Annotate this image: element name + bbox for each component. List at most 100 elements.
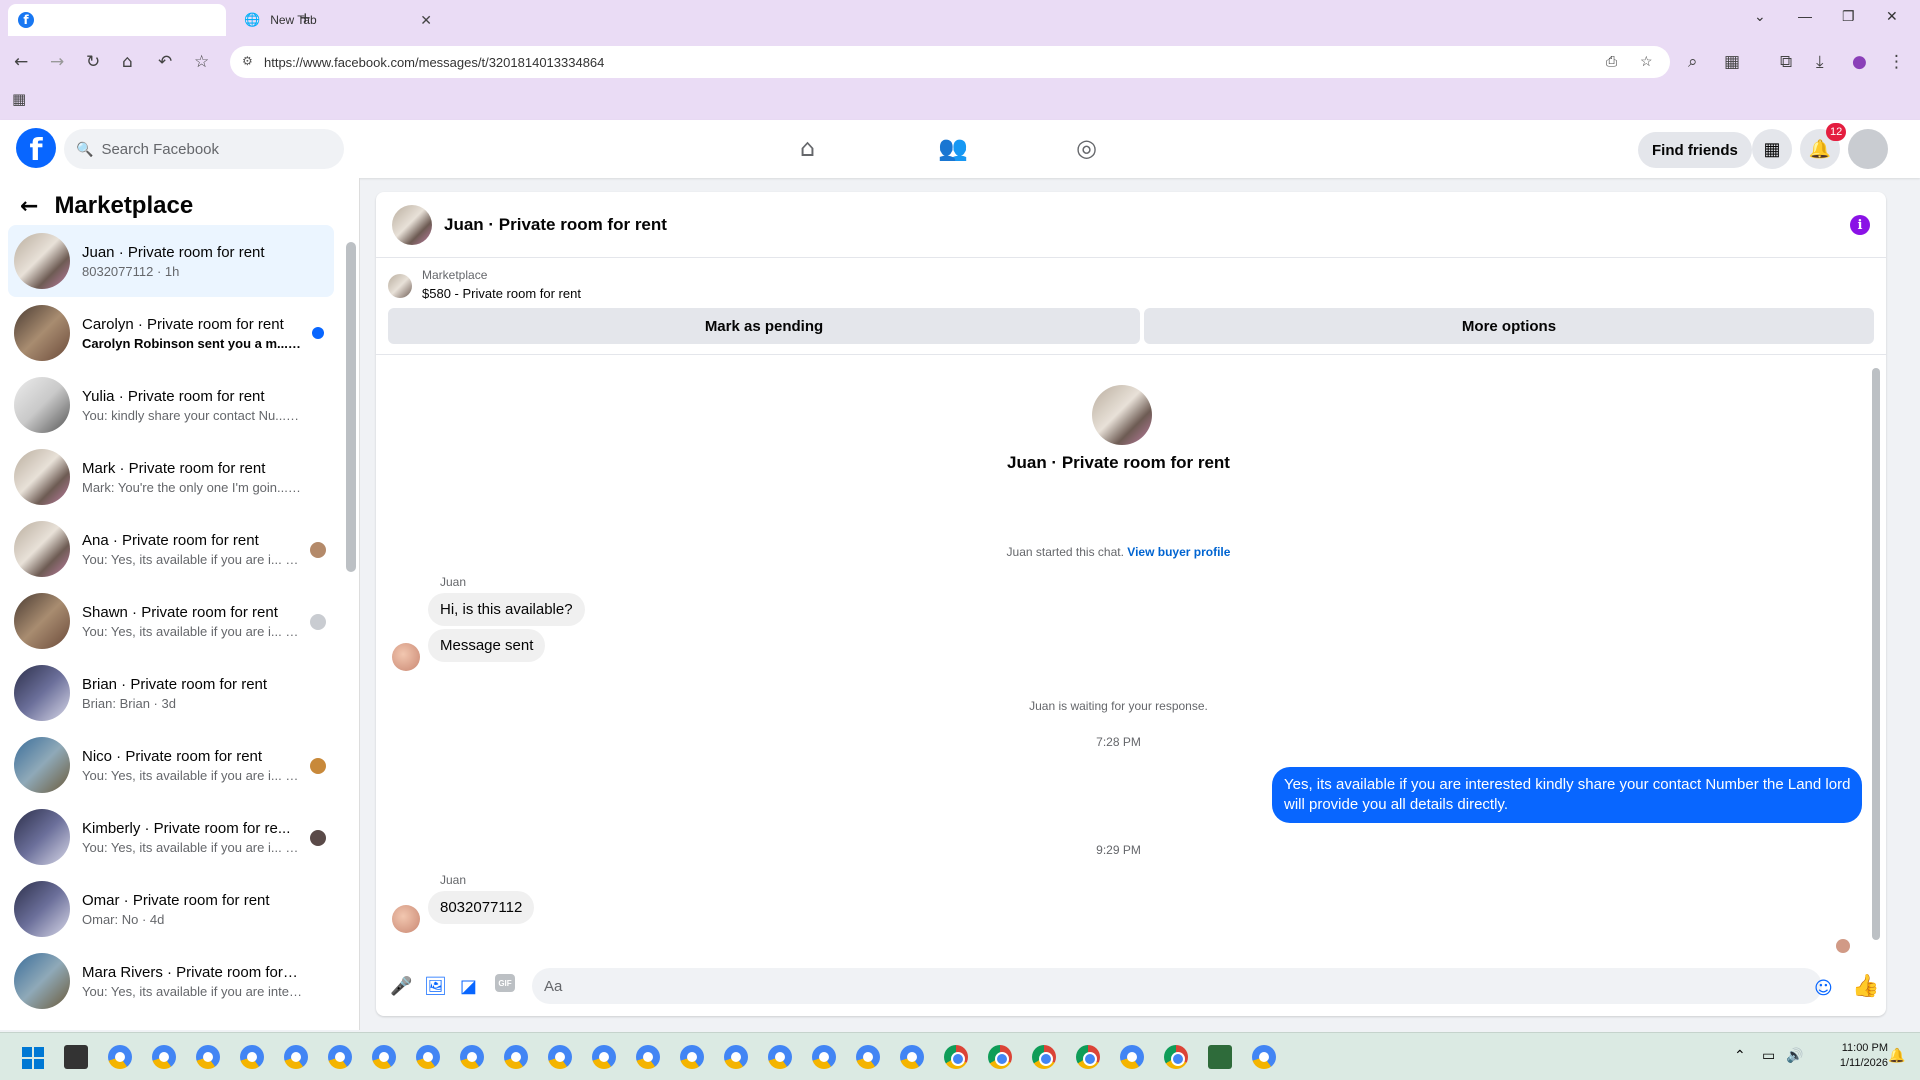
chrome-profile-icon[interactable] [416,1045,440,1069]
search-input[interactable]: 🔍 Search Facebook [64,129,344,169]
find-friends-button[interactable]: Find friends [1638,132,1752,168]
conversation-item[interactable]: Yulia · Private room for rent You: kindly… [8,369,334,441]
friends-nav-icon[interactable]: 👥 [938,134,968,162]
chrome-icon[interactable] [1076,1045,1100,1069]
address-bar[interactable]: ⚙ https://www.facebook.com/messages/t/32… [230,46,1670,78]
chrome-profile-icon[interactable] [152,1045,176,1069]
chrome-profile-icon[interactable] [636,1045,660,1069]
forward-icon[interactable]: → [50,52,64,72]
like-thumb-icon[interactable]: 👍 [1852,974,1879,999]
chrome-profile-icon[interactable] [856,1045,880,1069]
more-options-button[interactable]: More options [1144,308,1874,344]
chrome-profile-icon[interactable] [328,1045,352,1069]
message-bubble[interactable]: 8032077112 [428,891,535,924]
conversation-item[interactable]: Kimberly · Private room for re... You: Ye… [8,801,334,873]
chat-title[interactable]: Juan · Private room for rent [444,215,667,235]
home-icon[interactable]: ⌂ [122,52,133,72]
chrome-profile-icon[interactable] [504,1045,528,1069]
chrome-profile-icon[interactable] [900,1045,924,1069]
site-info-icon[interactable]: ⚙ [242,54,253,68]
emoji-icon[interactable]: ☺ [1814,978,1833,999]
conversation-item[interactable]: Juan · Private room for rent 8032077112 ·… [8,225,334,297]
chrome-icon[interactable] [1032,1045,1056,1069]
minimize-icon[interactable]: — [1798,8,1812,24]
bookmark-page-icon[interactable]: ☆ [1640,53,1653,70]
conversation-item[interactable]: Ana · Private room for rent You: Yes, its… [8,513,334,585]
microphone-icon[interactable]: 🎤 [390,976,412,997]
browser-tab-facebook[interactable]: f [8,4,226,36]
message-bubble[interactable]: Hi, is this available? [428,593,585,626]
conversation-item[interactable]: Mark · Private room for rent Mark: You're… [8,441,334,513]
chrome-profile-icon[interactable] [108,1045,132,1069]
chrome-profile-icon[interactable] [1252,1045,1276,1069]
apps-grid-icon[interactable]: ▦ [12,90,26,108]
undo-icon[interactable]: ↶ [158,52,172,72]
chrome-profile-icon[interactable] [284,1045,308,1069]
conversation-item[interactable]: Brian · Private room for rent Brian: Bria… [8,657,334,729]
my-message-bubble[interactable]: Yes, its available if you are interested… [1272,767,1863,823]
message-input[interactable]: Aa [532,968,1822,1004]
notification-icon[interactable]: 🔔 [1888,1047,1905,1064]
chat-scrollbar[interactable] [1872,368,1880,940]
gif-icon[interactable]: GIF [495,974,515,992]
groups-nav-icon[interactable]: ◎ [1076,134,1097,162]
reload-icon[interactable]: ↻ [86,52,100,72]
mark-as-pending-button[interactable]: Mark as pending [388,308,1140,344]
info-icon[interactable]: i [1850,215,1870,235]
facebook-logo-icon[interactable]: f [16,128,56,168]
chat-avatar[interactable] [392,204,432,245]
message-bubble[interactable]: Message sent [428,629,546,662]
chrome-profile-icon[interactable] [548,1045,572,1069]
account-avatar[interactable] [1848,129,1888,169]
chrome-profile-icon[interactable] [196,1045,220,1069]
view-buyer-profile-link[interactable]: View buyer profile [1127,545,1230,559]
new-tab-icon[interactable]: + [300,8,311,29]
close-window-icon[interactable]: ✕ [1886,8,1898,25]
profile-icon[interactable]: ● [1852,52,1867,72]
network-icon[interactable]: ▭ [1762,1047,1775,1064]
back-icon[interactable]: ← [14,52,28,72]
app-window-icon[interactable] [64,1045,88,1069]
chrome-profile-icon[interactable] [680,1045,704,1069]
crop-icon[interactable]: ⧉ [1780,52,1792,72]
browser-tab-newtab[interactable]: 🌐 New Tab ✕ [232,4,444,36]
sender-avatar[interactable] [392,643,420,671]
restore-icon[interactable]: ❐ [1842,8,1855,25]
install-app-icon[interactable]: ⎙ [1606,53,1617,70]
qr-icon[interactable]: ▦ [1724,52,1740,72]
volume-icon[interactable]: 🔊 [1786,1047,1803,1064]
windows-start-icon[interactable] [22,1047,44,1069]
marketplace-listing[interactable]: Marketplace $580 - Private room for rent [388,268,581,301]
chrome-profile-icon[interactable] [372,1045,396,1069]
chrome-profile-icon[interactable] [1120,1045,1144,1069]
zoom-search-icon[interactable]: ⌕ [1688,52,1698,72]
sender-avatar[interactable] [392,905,420,933]
chrome-profile-icon[interactable] [240,1045,264,1069]
conversation-item[interactable]: Carolyn · Private room for rent Carolyn R… [8,297,334,369]
tab-close-icon[interactable]: ✕ [420,12,432,29]
conversation-item[interactable]: Nico · Private room for rent You: Yes, it… [8,729,334,801]
conversation-item[interactable]: Shawn · Private room for rent You: Yes, i… [8,585,334,657]
notepad-icon[interactable] [1208,1045,1232,1069]
bookmark-star-icon[interactable]: ☆ [194,52,209,72]
system-clock[interactable]: 11:00 PM 1/11/2026 [1816,1041,1888,1071]
download-icon[interactable]: ⤓ [1816,52,1824,72]
conversation-item[interactable]: Omar · Private room for rent Omar: No · 4… [8,873,334,945]
chrome-icon[interactable] [944,1045,968,1069]
menu-icon[interactable]: ⋮ [1888,52,1905,72]
tab-search-icon[interactable]: ⌄ [1754,8,1766,25]
photo-icon[interactable]: 🖼 [424,976,447,997]
chrome-profile-icon[interactable] [768,1045,792,1069]
chrome-profile-icon[interactable] [460,1045,484,1069]
sticker-icon[interactable]: ◪ [460,976,477,997]
chrome-profile-icon[interactable] [592,1045,616,1069]
back-arrow-icon[interactable]: ← [20,194,38,219]
conversation-item[interactable]: Mara Rivers · Private room for r... You: … [8,945,334,1017]
tray-chevron-icon[interactable]: ⌃ [1734,1047,1746,1064]
chrome-profile-icon[interactable] [812,1045,836,1069]
sidebar-scrollbar[interactable] [346,242,356,572]
chrome-icon[interactable] [988,1045,1012,1069]
chrome-icon[interactable] [1164,1045,1188,1069]
chrome-profile-icon[interactable] [724,1045,748,1069]
menu-grid-icon[interactable]: ▦ [1752,129,1792,169]
